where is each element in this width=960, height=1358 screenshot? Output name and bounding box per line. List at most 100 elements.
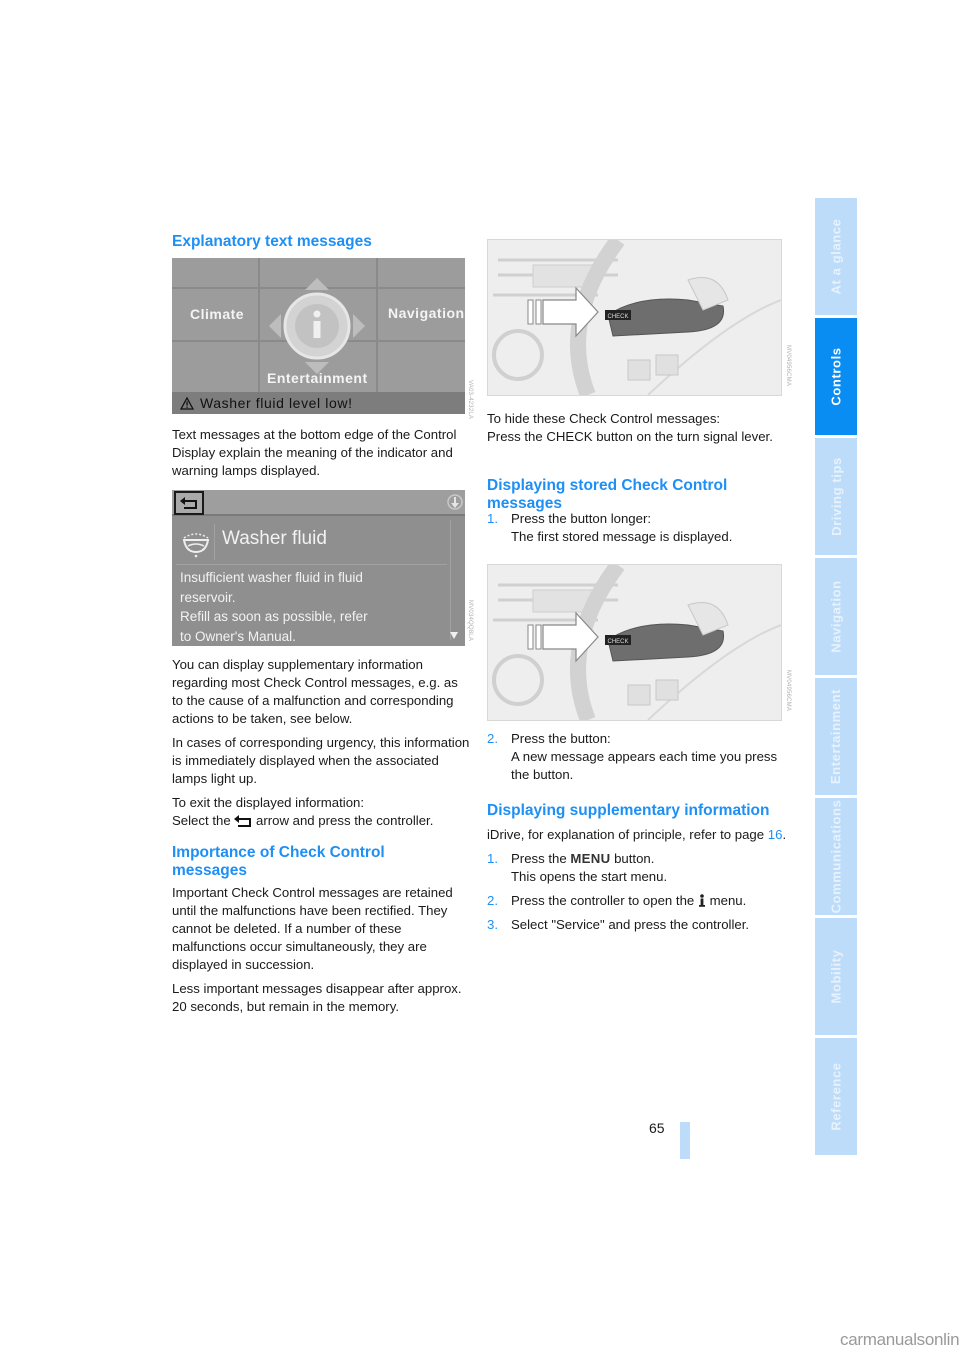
- step-item: 1. Press the button longer: The first st…: [487, 510, 787, 546]
- tab-label: At a glance: [828, 218, 844, 295]
- heading-importance: Importance of Check Control messages: [172, 844, 385, 879]
- paragraph-hide-line-1: To hide these Check Control messages:: [487, 411, 721, 426]
- paragraph-less-important-messages: Less important messages disappear after …: [172, 981, 462, 1014]
- status-message: Washer fluid level low!: [200, 395, 353, 411]
- page-marker-bar: [680, 1122, 690, 1159]
- tab-navigation[interactable]: Navigation: [815, 558, 857, 675]
- heading-stored-messages: Displaying stored Check Control messages: [487, 477, 728, 512]
- paragraph-important-messages: Important Check Control messages are ret…: [172, 885, 453, 972]
- menu-item-climate: Climate: [190, 306, 245, 322]
- step-line: A new message appears each time you pres…: [511, 749, 778, 782]
- info-down-icon: [447, 494, 463, 510]
- message-title: Washer fluid: [222, 528, 327, 549]
- image-code: VA03-4232LA: [467, 380, 473, 420]
- step-text-pre: Press the: [511, 851, 567, 866]
- idrive-text-end: .: [782, 827, 787, 842]
- stored-steps-1: 1. Press the button longer: The first st…: [487, 510, 787, 546]
- warning-triangle-icon: [180, 396, 194, 410]
- hide-messages-block: To hide these Check Control messages: Pr…: [487, 410, 787, 446]
- step-line: This opens the start menu.: [511, 869, 668, 884]
- grid-line: [376, 258, 378, 392]
- step-item: 1. Press the MENU button. This opens the…: [487, 850, 787, 886]
- stored-steps-2: 2. Press the button: A new message appea…: [487, 730, 787, 784]
- step-text: Press the controller to open the menu.: [511, 892, 787, 910]
- step-line: Press the button:: [511, 731, 611, 746]
- page-link[interactable]: 16: [768, 827, 783, 842]
- tab-communications[interactable]: Communications: [815, 798, 857, 915]
- scroll-down-icon: [450, 632, 458, 639]
- display-top-bar: [172, 490, 465, 516]
- illustration-turn-signal-lever: CHECK: [487, 239, 782, 396]
- message-title-row: Washer fluid: [176, 520, 447, 565]
- check-button-label: CHECK: [607, 314, 628, 320]
- image-code: MV04956CMA: [785, 345, 791, 387]
- importance-text-block: Important Check Control messages are ret…: [172, 884, 472, 1016]
- step-number: 1.: [487, 851, 498, 866]
- supplementary-text-block: You can display supplementary informatio…: [172, 656, 472, 830]
- tab-label: Driving tips: [828, 457, 844, 536]
- tab-label: Mobility: [828, 949, 844, 1004]
- message-line: to Owner's Manual.: [180, 628, 296, 644]
- turn-signal-lever-drawing: CHECK: [488, 240, 781, 395]
- paragraph-idrive: iDrive, for explanation of principle, re…: [487, 826, 787, 844]
- step-number: 1.: [487, 511, 498, 526]
- illustration-turn-signal-lever-2: CHECK: [487, 564, 782, 721]
- tab-label: Reference: [828, 1062, 844, 1131]
- site-watermark: carmanualsonline.info: [840, 1330, 960, 1349]
- info-controller-icon: [269, 278, 365, 374]
- step-number: 3.: [487, 917, 498, 932]
- heading-supplementary-information: Displaying supplementary information: [487, 802, 770, 819]
- message-line: reservoir.: [180, 589, 236, 605]
- menu-item-navigation: Navigation: [388, 305, 465, 321]
- message-line: Insufficient washer fluid in fluid: [180, 570, 363, 585]
- washer-fluid-icon: [182, 524, 215, 560]
- image-code: MV04956CMA: [785, 670, 791, 712]
- tab-at-a-glance[interactable]: At a glance: [815, 198, 857, 315]
- paragraph-urgency: In cases of corresponding urgency, this …: [172, 735, 470, 786]
- menu-button-label: MENU: [570, 851, 611, 866]
- tab-reference[interactable]: Reference: [815, 1038, 857, 1155]
- step-item: 2. Press the button: A new message appea…: [487, 730, 787, 784]
- control-display-main-menu: Climate Navigation Entertainment Washer …: [172, 258, 465, 414]
- message-line: Refill as soon as possible, refer: [180, 609, 368, 624]
- exit-line-2-post: arrow and press the controller.: [256, 813, 434, 828]
- paragraph-text-messages: Text messages at the bottom edge of the …: [172, 427, 457, 478]
- step-item: 3. Select "Service" and press the contro…: [487, 916, 787, 934]
- grid-line: [258, 258, 260, 392]
- tab-label: Navigation: [828, 580, 844, 653]
- tab-driving-tips[interactable]: Driving tips: [815, 438, 857, 555]
- scrollbar[interactable]: [450, 520, 459, 640]
- back-arrow-icon: [234, 815, 252, 827]
- step-item: 2. Press the controller to open the menu…: [487, 892, 787, 910]
- step-line: Press the button longer:: [511, 511, 652, 526]
- exit-line-1: To exit the displayed information:: [172, 795, 365, 810]
- tab-mobility[interactable]: Mobility: [815, 918, 857, 1035]
- step-text: Press the MENU button. This opens the st…: [511, 850, 787, 886]
- info-i-icon: [698, 894, 705, 907]
- tab-label: Entertainment: [828, 688, 844, 785]
- check-control-status-bar: Washer fluid level low!: [172, 392, 465, 414]
- turn-signal-lever-drawing: CHECK: [488, 565, 781, 720]
- step-line: The first stored message is displayed.: [511, 529, 733, 544]
- paragraph-hide-line-2: Press the CHECK button on the turn signa…: [487, 429, 773, 444]
- idrive-text: iDrive, for explanation of principle, re…: [487, 827, 765, 842]
- back-arrow-icon: [180, 497, 197, 509]
- paragraph-exit: To exit the displayed information: Selec…: [172, 794, 472, 830]
- step-number: 2.: [487, 893, 498, 908]
- step-text-post: button.: [614, 851, 655, 866]
- exit-line-2-pre: Select the: [172, 813, 231, 828]
- step-text: Select "Service" and press the controlle…: [511, 917, 750, 932]
- tab-controls[interactable]: Controls: [815, 318, 857, 435]
- tab-entertainment[interactable]: Entertainment: [815, 678, 857, 795]
- section-tabs: At a glance Controls Driving tips Naviga…: [815, 198, 857, 1158]
- step-text-pre: Press the controller to open the: [511, 893, 695, 908]
- check-button-label: CHECK: [607, 639, 628, 645]
- page-number: 65: [649, 1120, 665, 1136]
- back-button[interactable]: [174, 491, 204, 515]
- heading-explanatory-text-messages: Explanatory text messages: [172, 233, 372, 250]
- tab-label: Controls: [828, 347, 844, 406]
- control-display-washer-fluid: Washer fluid Insufficient washer fluid i…: [172, 490, 465, 646]
- image-code: MV034QQ8LA: [467, 600, 473, 642]
- supplementary-steps-block: iDrive, for explanation of principle, re…: [487, 826, 787, 934]
- step-number: 2.: [487, 731, 498, 746]
